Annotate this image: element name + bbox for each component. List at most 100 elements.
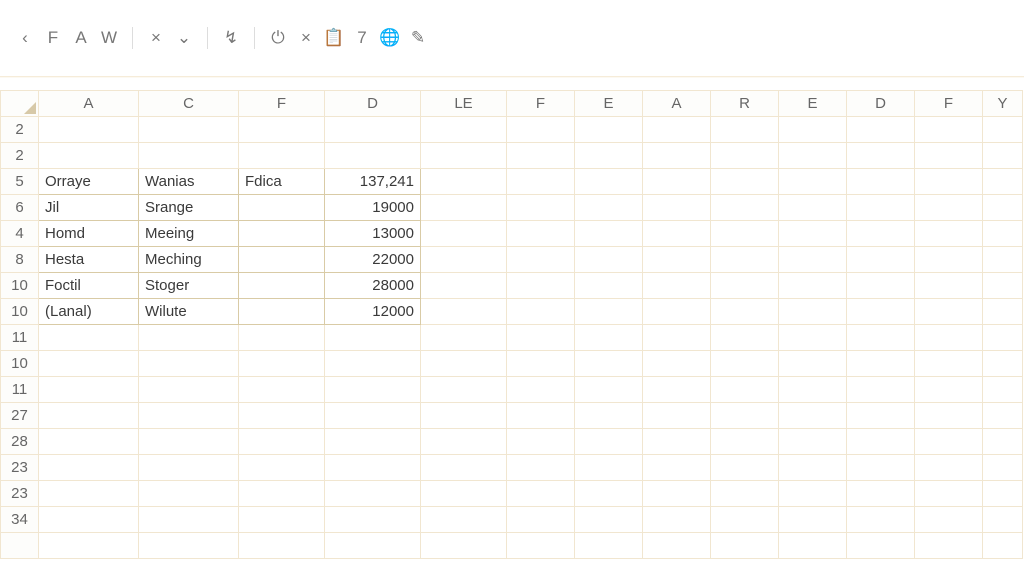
cell[interactable] (575, 429, 643, 455)
row-header[interactable]: 5 (1, 169, 39, 195)
cell[interactable] (39, 117, 139, 143)
cell[interactable] (643, 481, 711, 507)
cell[interactable] (847, 299, 915, 325)
cell[interactable] (847, 195, 915, 221)
cell[interactable] (39, 351, 139, 377)
column-header[interactable]: F (507, 91, 575, 117)
cell[interactable] (239, 299, 325, 325)
cell[interactable] (421, 455, 507, 481)
cell[interactable] (575, 299, 643, 325)
cell[interactable] (575, 403, 643, 429)
cell[interactable]: Fdica (239, 169, 325, 195)
column-header[interactable]: F (239, 91, 325, 117)
cell[interactable] (915, 117, 983, 143)
cell[interactable] (139, 507, 239, 533)
cell[interactable] (983, 117, 1023, 143)
cell[interactable] (643, 377, 711, 403)
cell[interactable] (39, 507, 139, 533)
cell[interactable] (847, 481, 915, 507)
cell[interactable] (847, 221, 915, 247)
cell[interactable] (983, 377, 1023, 403)
cell[interactable] (983, 143, 1023, 169)
cell[interactable] (779, 325, 847, 351)
row-header[interactable]: 4 (1, 221, 39, 247)
cell[interactable] (983, 325, 1023, 351)
cell[interactable] (421, 533, 507, 559)
chevron-down-icon[interactable]: ⌄ (173, 26, 195, 50)
cell[interactable] (507, 143, 575, 169)
cell[interactable] (983, 403, 1023, 429)
cell[interactable] (325, 507, 421, 533)
cell[interactable]: 137,241 (325, 169, 421, 195)
cell[interactable] (847, 273, 915, 299)
row-header[interactable] (1, 533, 39, 559)
cell[interactable] (575, 169, 643, 195)
cell[interactable] (983, 351, 1023, 377)
cell[interactable] (915, 143, 983, 169)
cell[interactable] (325, 351, 421, 377)
cell[interactable] (139, 143, 239, 169)
cell[interactable] (847, 429, 915, 455)
cell[interactable]: Srange (139, 195, 239, 221)
cell[interactable] (847, 507, 915, 533)
cell[interactable]: Hesta (39, 247, 139, 273)
cell[interactable] (915, 169, 983, 195)
cell[interactable] (779, 247, 847, 273)
cell[interactable] (779, 455, 847, 481)
cell[interactable] (421, 481, 507, 507)
cell[interactable] (915, 195, 983, 221)
cell[interactable] (643, 507, 711, 533)
cell[interactable] (643, 169, 711, 195)
cell[interactable] (779, 221, 847, 247)
cell[interactable] (983, 221, 1023, 247)
cell[interactable] (575, 455, 643, 481)
cell[interactable] (915, 299, 983, 325)
toolbar-btn-w[interactable]: W (98, 26, 120, 50)
cell[interactable] (325, 455, 421, 481)
cell[interactable] (507, 247, 575, 273)
cell[interactable] (779, 143, 847, 169)
cell[interactable] (507, 117, 575, 143)
cell[interactable] (983, 533, 1023, 559)
cell[interactable] (779, 429, 847, 455)
column-header[interactable]: R (711, 91, 779, 117)
cell[interactable]: Meeing (139, 221, 239, 247)
cell[interactable] (239, 325, 325, 351)
cell[interactable] (643, 299, 711, 325)
cell[interactable] (643, 455, 711, 481)
cell[interactable] (507, 299, 575, 325)
cell[interactable] (239, 247, 325, 273)
cell[interactable] (507, 195, 575, 221)
cell[interactable] (139, 481, 239, 507)
cell[interactable] (779, 351, 847, 377)
cell[interactable] (139, 117, 239, 143)
column-header[interactable]: D (325, 91, 421, 117)
cell[interactable] (39, 533, 139, 559)
cell[interactable] (39, 455, 139, 481)
row-header[interactable]: 2 (1, 117, 39, 143)
cell[interactable] (847, 455, 915, 481)
cell[interactable] (711, 325, 779, 351)
row-header[interactable]: 28 (1, 429, 39, 455)
cell[interactable] (983, 195, 1023, 221)
row-header[interactable]: 6 (1, 195, 39, 221)
cell[interactable] (575, 117, 643, 143)
select-all-corner[interactable] (1, 91, 39, 117)
cell[interactable] (847, 169, 915, 195)
toolbar-seven[interactable]: 7 (351, 26, 373, 50)
cell[interactable] (507, 481, 575, 507)
cell[interactable] (643, 273, 711, 299)
cell[interactable] (239, 377, 325, 403)
row-header[interactable]: 27 (1, 403, 39, 429)
edit-icon[interactable]: ↯ (220, 26, 242, 50)
cell[interactable] (575, 273, 643, 299)
cell[interactable] (421, 273, 507, 299)
cell[interactable] (983, 507, 1023, 533)
cell[interactable] (711, 221, 779, 247)
cell[interactable] (325, 143, 421, 169)
cell[interactable] (779, 481, 847, 507)
cell[interactable] (711, 481, 779, 507)
cell[interactable] (325, 533, 421, 559)
cell[interactable] (139, 351, 239, 377)
column-header[interactable]: A (39, 91, 139, 117)
